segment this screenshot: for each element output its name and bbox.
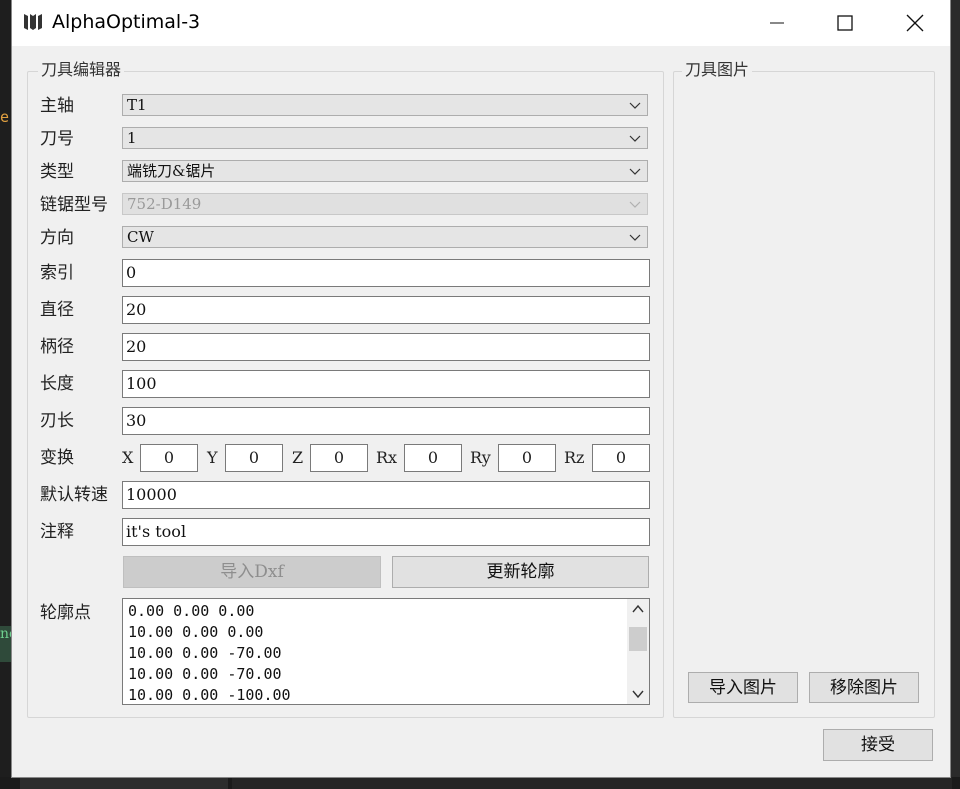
chevron-down-icon bbox=[632, 690, 644, 699]
spindle-value: T1 bbox=[127, 96, 147, 114]
chevron-down-icon bbox=[629, 234, 641, 241]
comment-label: 注释 bbox=[40, 522, 74, 542]
type-label: 类型 bbox=[40, 162, 74, 182]
transform-x-input[interactable]: 0 bbox=[140, 444, 198, 472]
default-speed-label: 默认转速 bbox=[40, 485, 108, 505]
shank-diameter-input[interactable]: 20 bbox=[122, 333, 650, 361]
length-input[interactable]: 100 bbox=[122, 370, 650, 398]
profile-point-line: 10.00 0.00 -100.00 bbox=[128, 686, 291, 704]
chevron-down-icon bbox=[629, 102, 641, 109]
length-label: 长度 bbox=[40, 374, 74, 394]
update-profile-button[interactable]: 更新轮廓 bbox=[392, 556, 649, 588]
import-dxf-button[interactable]: 导入Dxf bbox=[123, 556, 381, 588]
spindle-label: 主轴 bbox=[40, 96, 74, 116]
scroll-up-button[interactable] bbox=[627, 599, 649, 619]
accept-button[interactable]: 接受 bbox=[823, 729, 933, 761]
transform-x-label: X bbox=[122, 448, 134, 467]
profile-points-textarea[interactable]: 0.00 0.00 0.00 10.00 0.00 0.00 10.00 0.0… bbox=[122, 598, 650, 705]
diameter-label: 直径 bbox=[40, 300, 74, 320]
blade-length-input[interactable]: 30 bbox=[122, 407, 650, 435]
transform-y-input[interactable]: 0 bbox=[225, 444, 283, 472]
tool-picture-group-title: 刀具图片 bbox=[682, 60, 753, 80]
diameter-input[interactable]: 20 bbox=[122, 296, 650, 324]
transform-rx-label: Rx bbox=[376, 448, 398, 467]
index-label: 索引 bbox=[40, 263, 74, 283]
profile-point-line: 0.00 0.00 0.00 bbox=[128, 602, 255, 620]
profile-points-label: 轮廓点 bbox=[40, 603, 91, 623]
maximize-button[interactable] bbox=[822, 0, 868, 46]
tool-editor-window: AlphaOptimal-3 刀具编辑器 主轴 T1 刀号 1 类型 端铣刀&锯… bbox=[12, 0, 950, 777]
tool-number-label: 刀号 bbox=[40, 129, 74, 149]
title-bar[interactable]: AlphaOptimal-3 bbox=[12, 0, 950, 46]
background-terminal-snippet: ne bbox=[0, 626, 12, 662]
type-select[interactable]: 端铣刀&锯片 bbox=[122, 160, 648, 182]
close-icon bbox=[906, 14, 924, 32]
close-button[interactable] bbox=[892, 0, 938, 46]
chevron-up-icon bbox=[632, 604, 644, 613]
transform-y-label: Y bbox=[207, 448, 218, 467]
tool-number-value: 1 bbox=[127, 129, 137, 147]
profile-point-line: 10.00 0.00 -70.00 bbox=[128, 644, 282, 662]
chevron-down-icon bbox=[629, 135, 641, 142]
maximize-icon bbox=[837, 15, 853, 31]
transform-ry-label: Ry bbox=[470, 448, 491, 467]
remove-picture-button[interactable]: 移除图片 bbox=[809, 672, 919, 703]
transform-rz-input[interactable]: 0 bbox=[592, 444, 650, 472]
chainsaw-model-label: 链锯型号 bbox=[40, 195, 108, 215]
transform-rz-label: Rz bbox=[564, 448, 585, 467]
type-value: 端铣刀&锯片 bbox=[127, 162, 216, 180]
chainsaw-model-select[interactable]: 752-D149 bbox=[122, 193, 648, 215]
minimize-button[interactable] bbox=[754, 0, 800, 46]
import-picture-button[interactable]: 导入图片 bbox=[688, 672, 798, 703]
profile-point-line: 10.00 0.00 0.00 bbox=[128, 623, 264, 641]
transform-rx-input[interactable]: 0 bbox=[404, 444, 462, 472]
profile-points-lines: 0.00 0.00 0.00 10.00 0.00 0.00 10.00 0.0… bbox=[128, 601, 291, 704]
index-input[interactable]: 0 bbox=[122, 259, 650, 287]
alpha-logo-icon bbox=[24, 14, 42, 30]
shank-diameter-label: 柄径 bbox=[40, 337, 74, 357]
direction-label: 方向 bbox=[40, 228, 74, 248]
transform-z-label: Z bbox=[292, 448, 304, 467]
chevron-down-icon bbox=[629, 168, 641, 175]
tool-number-select[interactable]: 1 bbox=[122, 127, 648, 149]
profile-points-scrollbar[interactable] bbox=[627, 599, 649, 704]
transform-z-input[interactable]: 0 bbox=[310, 444, 368, 472]
window-title: AlphaOptimal-3 bbox=[52, 11, 201, 33]
blade-length-label: 刃长 bbox=[40, 411, 74, 431]
background-taskbar bbox=[0, 777, 960, 789]
chainsaw-model-value: 752-D149 bbox=[127, 195, 202, 213]
scroll-thumb[interactable] bbox=[629, 627, 647, 651]
minimize-icon bbox=[770, 22, 784, 24]
transform-ry-input[interactable]: 0 bbox=[498, 444, 556, 472]
direction-select[interactable]: CW bbox=[122, 226, 648, 248]
spindle-select[interactable]: T1 bbox=[122, 94, 648, 116]
default-speed-input[interactable]: 10000 bbox=[122, 481, 650, 509]
direction-value: CW bbox=[127, 228, 154, 246]
scroll-down-button[interactable] bbox=[627, 684, 649, 704]
comment-input[interactable]: it's tool bbox=[122, 518, 650, 546]
chevron-down-icon bbox=[629, 201, 641, 208]
transform-label: 变换 bbox=[40, 448, 74, 468]
tool-editor-group-title: 刀具编辑器 bbox=[38, 60, 125, 80]
profile-point-line: 10.00 0.00 -70.00 bbox=[128, 665, 282, 683]
tool-picture-group: 刀具图片 bbox=[673, 60, 935, 718]
